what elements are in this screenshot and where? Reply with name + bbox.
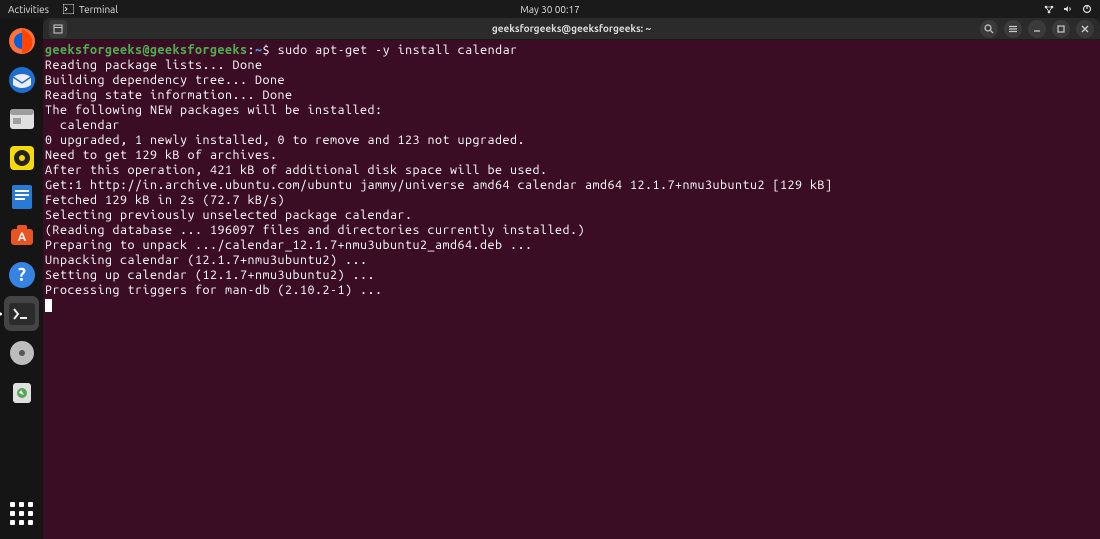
out-line: Reading package lists... Done (45, 58, 263, 72)
network-icon[interactable] (1043, 4, 1055, 14)
dock-libreoffice-writer[interactable] (4, 179, 39, 214)
terminal-window: geeksforgeeks@geeksforgeeks: ~ geeksforg… (43, 18, 1100, 539)
current-app-indicator[interactable]: Terminal (63, 4, 118, 15)
dock-disk[interactable] (4, 335, 39, 370)
out-line: The following NEW packages will be insta… (45, 103, 383, 117)
prompt-sep: : (248, 43, 256, 57)
svg-text:?: ? (18, 265, 26, 285)
out-line: Processing triggers for man-db (2.10.2-1… (45, 283, 383, 297)
search-button[interactable] (980, 20, 998, 38)
volume-icon[interactable] (1063, 4, 1074, 14)
out-line: Selecting previously unselected package … (45, 208, 413, 222)
dock: A ? (0, 18, 43, 539)
clock[interactable]: May 30 00:17 (520, 4, 580, 15)
minimize-button[interactable] (1028, 20, 1046, 38)
current-app-label: Terminal (79, 4, 118, 15)
top-panel: Activities Terminal May 30 00:17 (0, 0, 1100, 18)
terminal-icon (63, 4, 74, 14)
menu-button[interactable] (1004, 20, 1022, 38)
dock-software[interactable]: A (4, 218, 39, 253)
command-text: sudo apt-get -y install calendar (278, 43, 518, 57)
out-line: Setting up calendar (12.1.7+nmu3ubuntu2)… (45, 268, 375, 282)
svg-text:A: A (17, 231, 26, 244)
dock-thunderbird[interactable] (4, 62, 39, 97)
dock-files[interactable] (4, 101, 39, 136)
maximize-button[interactable] (1052, 20, 1070, 38)
dock-terminal[interactable] (4, 296, 39, 331)
out-line: calendar (45, 118, 120, 132)
terminal-output[interactable]: geeksforgeeks@geeksforgeeks:~$ sudo apt-… (43, 40, 1100, 539)
close-button[interactable] (1076, 20, 1094, 38)
out-line: Need to get 129 kB of archives. (45, 148, 278, 162)
activities-button[interactable]: Activities (8, 4, 49, 15)
dock-rhythmbox[interactable] (4, 140, 39, 175)
out-line: Get:1 http://in.archive.ubuntu.com/ubunt… (45, 178, 833, 192)
out-line: 0 upgraded, 1 newly installed, 0 to remo… (45, 133, 525, 147)
titlebar: geeksforgeeks@geeksforgeeks: ~ (43, 18, 1100, 40)
out-line: Preparing to unpack .../calendar_12.1.7+… (45, 238, 533, 252)
prompt-user: geeksforgeeks@geeksforgeeks (45, 43, 248, 57)
out-line: Unpacking calendar (12.1.7+nmu3ubuntu2) … (45, 253, 368, 267)
show-applications-button[interactable] (4, 496, 39, 531)
power-icon[interactable] (1082, 4, 1092, 14)
dock-firefox[interactable] (4, 23, 39, 58)
prompt-path: ~ (255, 43, 263, 57)
window-title: geeksforgeeks@geeksforgeeks: ~ (492, 23, 651, 34)
out-line: Building dependency tree... Done (45, 73, 285, 87)
out-line: Reading state information... Done (45, 88, 293, 102)
out-line: (Reading database ... 196097 files and d… (45, 223, 585, 237)
out-line: After this operation, 421 kB of addition… (45, 163, 548, 177)
cursor (45, 299, 52, 312)
new-tab-button[interactable] (49, 20, 67, 38)
dock-help[interactable]: ? (4, 257, 39, 292)
out-line: Fetched 129 kB in 2s (72.7 kB/s) (45, 193, 285, 207)
dock-trash[interactable] (4, 374, 39, 409)
